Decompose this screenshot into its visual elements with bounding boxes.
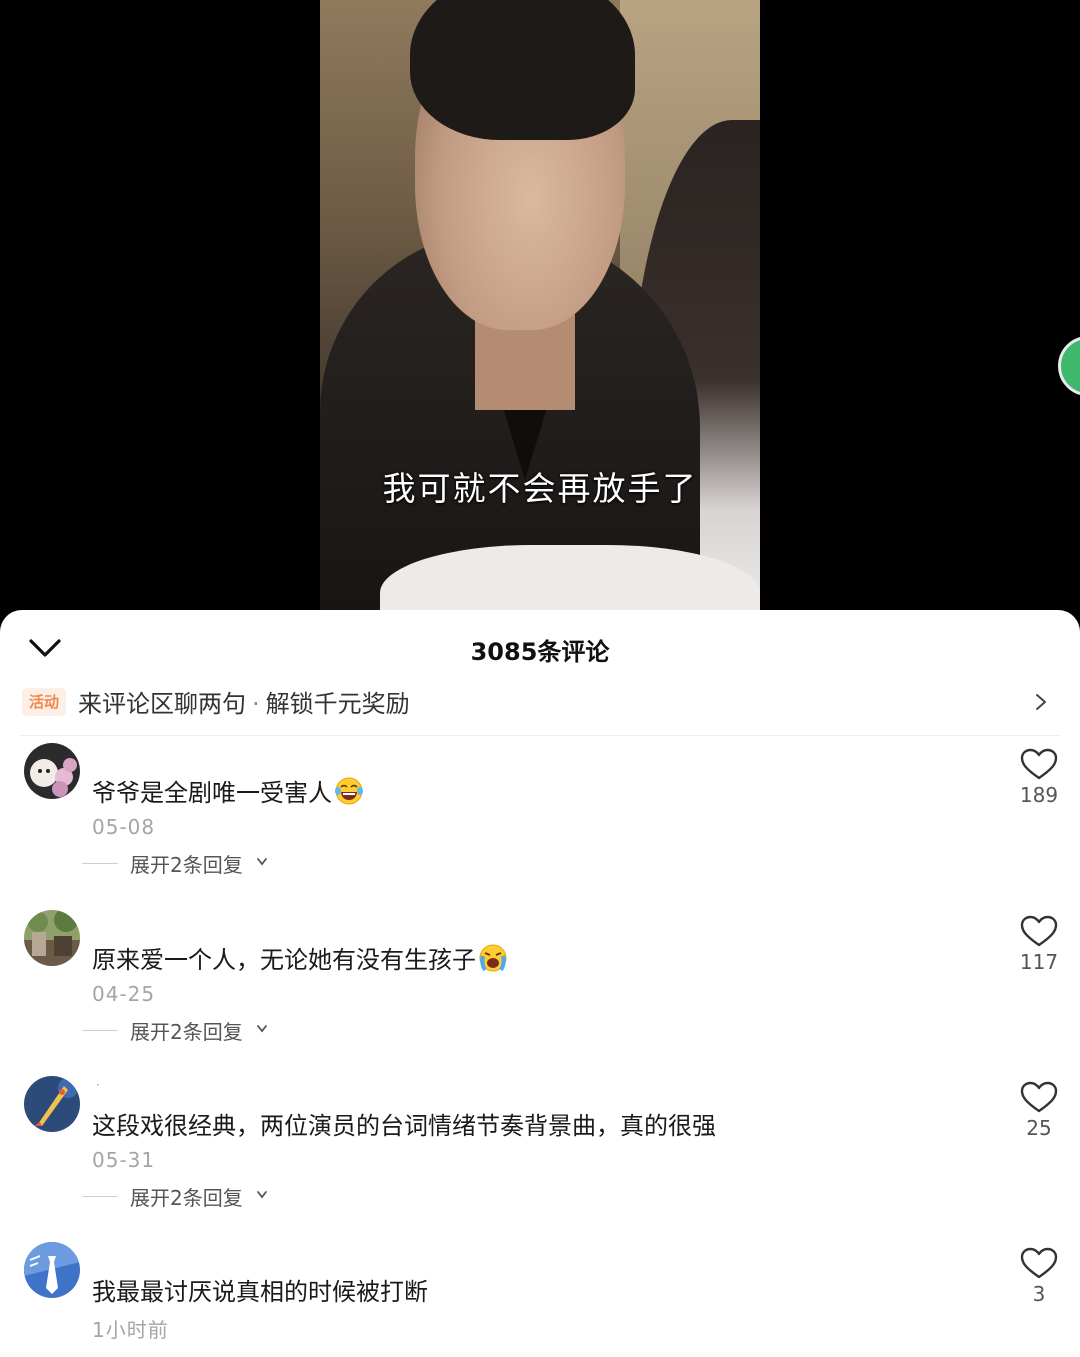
like-count: 189 [1019,783,1059,807]
comment-username[interactable]: · [96,1078,100,1092]
avatar-rocket-image [24,1076,80,1132]
laughing-tears-emoji-icon [335,777,363,805]
activity-text: 来评论区聊两句 · 解锁千元奖励 [78,684,410,719]
expand-divider-line [82,863,118,864]
heart-icon[interactable] [1018,747,1060,781]
comment-text: 我最最讨厌说真相的时候被打断 [92,1278,428,1306]
chevron-down-small-icon [257,1025,267,1033]
comment-date: 1小时前 [92,1318,169,1342]
like-count: 25 [1026,1116,1052,1140]
activity-separator: · [252,690,260,718]
activity-banner[interactable]: 活动 来评论区聊两句 · 解锁千元奖励 [20,682,1060,736]
video-frame[interactable] [320,0,760,610]
heart-icon[interactable] [1018,1080,1060,1114]
heart-icon[interactable] [1018,1246,1060,1280]
avatar-garden-image [24,910,80,966]
comment-date: 05-31 [92,1148,156,1172]
video-player[interactable]: 我可就不会再放手了 [0,0,1080,640]
activity-text-main: 来评论区聊两句 [78,690,246,718]
avatar-tie-image [24,1242,80,1298]
expand-replies-label: 展开2条回复 [130,1186,243,1210]
video-actor-hair [410,0,635,140]
chevron-right-icon[interactable] [1034,692,1048,712]
avatar[interactable] [24,743,80,799]
comment-count-title: 3085条评论 [470,638,610,666]
avatar[interactable] [24,1242,80,1298]
expand-replies-label: 展开2条回复 [130,1020,243,1044]
heart-icon[interactable] [1018,914,1060,948]
activity-text-reward: 解锁千元奖励 [265,690,410,718]
expand-divider-line [82,1196,118,1197]
comment-sheet-header: 3085条评论 [0,610,1080,682]
expand-divider-line [82,1030,118,1031]
comment-text: 原来爱一个人，无论她有没有生孩子 [92,940,508,975]
activity-badge: 活动 [22,688,67,716]
comment-date: 04-25 [92,982,156,1006]
comment-text-body: 原来爱一个人，无论她有没有生孩子 [92,946,476,974]
comment-text-body: 爷爷是全剧唯一受害人 [92,779,332,807]
expand-replies-label: 展开2条回复 [130,853,243,877]
avatar[interactable] [24,910,80,966]
chevron-down-small-icon [257,858,267,866]
video-subtitle: 我可就不会再放手了 [382,469,698,508]
like-count: 3 [1032,1282,1046,1306]
comment-text: 这段戏很经典，两位演员的台词情绪节奏背景曲，真的很强 [92,1112,716,1140]
crying-emoji-icon [479,944,507,972]
avatar-dog-flowers-image [24,743,80,799]
video-white-sleeve [380,545,760,610]
comment-text: 爷爷是全剧唯一受害人 [92,773,364,808]
avatar[interactable] [24,1076,80,1132]
comment-sheet: 3085条评论 活动 来评论区聊两句 · 解锁千元奖励 爷爷是全剧唯一受害人 0… [0,610,1080,1357]
chevron-down-small-icon [257,1191,267,1199]
wechat-share-icon[interactable] [1058,336,1080,396]
comment-date: 05-08 [92,815,156,839]
like-count: 117 [1019,950,1059,974]
